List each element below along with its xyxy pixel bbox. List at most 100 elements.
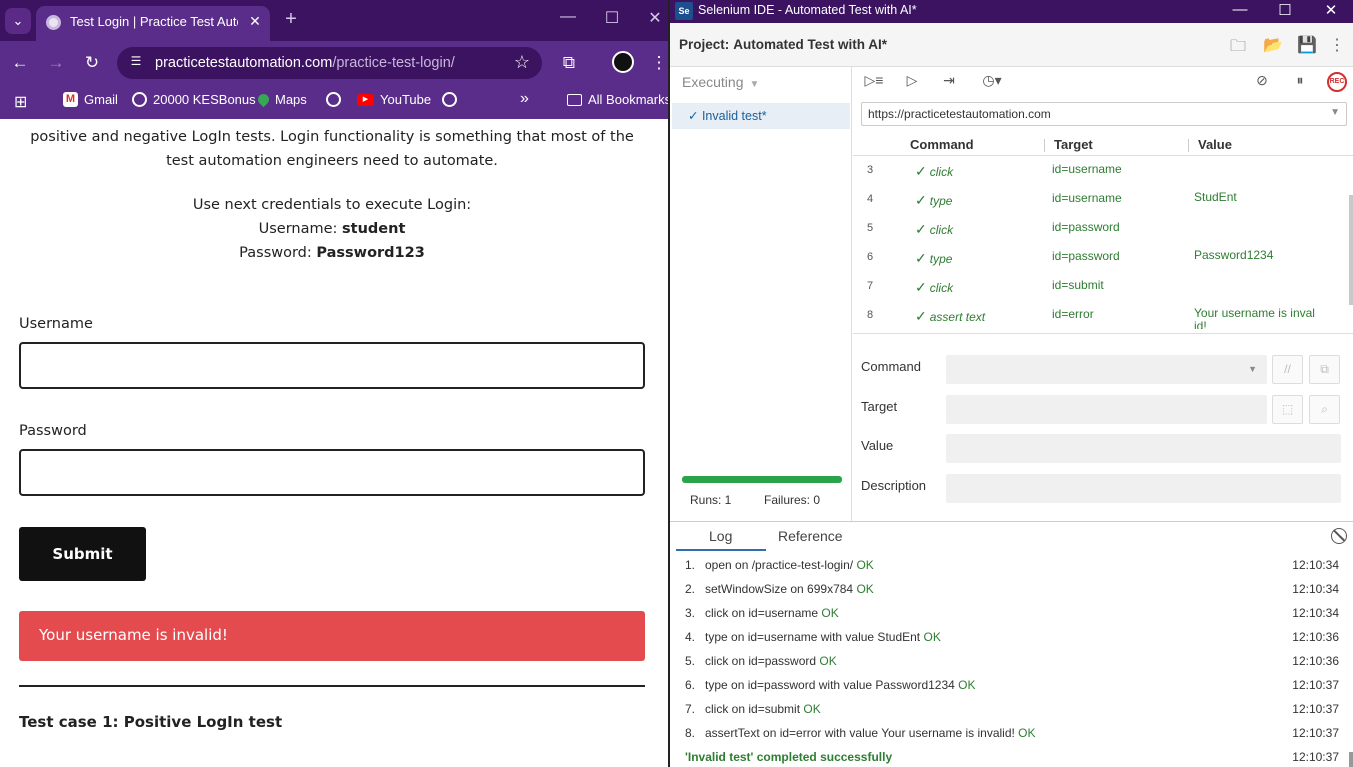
test-item-invalid-test[interactable]: ✓ Invalid test*	[672, 103, 850, 129]
bookmark-globe[interactable]	[326, 92, 341, 107]
bookmark-kesbonus[interactable]: 20000 KESBonus	[132, 92, 256, 107]
log-time: 12:10:37	[1292, 678, 1339, 692]
log-status: OK	[819, 654, 837, 668]
more-options-icon[interactable]: ⋮	[1326, 35, 1348, 55]
run-all-tests-icon[interactable]: ▷≡	[863, 72, 885, 92]
record-icon[interactable]: REC	[1327, 72, 1347, 92]
commands-scrollbar[interactable]	[1349, 195, 1353, 305]
active-tab[interactable]: Test Login | Practice Test Automation ✕	[36, 6, 270, 41]
all-bookmarks-folder[interactable]: All Bookmarks	[567, 92, 668, 107]
all-bookmarks-label: All Bookmarks	[588, 92, 668, 107]
bookmarks-overflow-icon[interactable]: »	[520, 90, 529, 108]
comment-toggle-icon[interactable]: //	[1272, 355, 1303, 384]
log-time: 12:10:34	[1292, 582, 1339, 596]
bookmark-globe-2[interactable]	[442, 92, 457, 107]
log-time: 12:10:34	[1292, 606, 1339, 620]
test-speed-icon[interactable]: ◷▾	[981, 72, 1003, 92]
command-row[interactable]: 8 ✓ assert text id=error Your username is…	[853, 301, 1349, 330]
log-message: click on id=username	[705, 606, 819, 620]
forward-arrow-icon[interactable]: →	[44, 51, 68, 75]
log-number: 8.	[685, 726, 696, 740]
open-reference-icon[interactable]: ⧉	[1309, 355, 1340, 384]
command-row[interactable]: 3 ✓ click id=username	[853, 156, 1349, 185]
site-favicon-icon	[46, 15, 61, 30]
bookmark-maps[interactable]: Maps	[255, 91, 307, 108]
failures-count: Failures: 0	[764, 493, 821, 507]
run-current-test-icon[interactable]: ▷	[901, 72, 923, 92]
log-entry: 3. click on id=username OK 12:10:34	[670, 601, 1353, 625]
chrome-menu-icon[interactable]: ⋮	[647, 51, 668, 75]
log-status: OK	[856, 558, 874, 572]
base-url-value: https://practicetestautomation.com	[868, 107, 1051, 121]
select-target-icon[interactable]: ⬚	[1272, 395, 1303, 424]
row-command-text: type	[929, 194, 953, 208]
row-number: 3	[867, 164, 874, 176]
log-scrollbar[interactable]	[1349, 752, 1353, 767]
new-tab-button[interactable]: +	[280, 8, 302, 30]
row-command: ✓ type	[915, 192, 952, 209]
project-name[interactable]: Automated Test with AI*	[733, 37, 887, 52]
tab-search-button[interactable]: ⌄	[5, 8, 31, 34]
command-row[interactable]: 4 ✓ type id=username StudEnt	[853, 185, 1349, 214]
row-command-text: type	[929, 252, 953, 266]
tab-log[interactable]: Log	[709, 528, 732, 544]
target-field-input[interactable]	[946, 395, 1267, 424]
minimize-button[interactable]: —	[553, 8, 583, 26]
ide-maximize-button[interactable]: ☐	[1270, 1, 1300, 19]
submit-button[interactable]: Submit	[19, 527, 146, 581]
bookmark-gmail[interactable]: M Gmail	[63, 92, 118, 107]
log-status: OK	[856, 582, 874, 596]
tab-close-icon[interactable]: ✕	[246, 12, 264, 30]
column-divider	[1188, 139, 1189, 152]
credentials-block: Use next credentials to execute Login: U…	[30, 193, 634, 265]
command-row[interactable]: 5 ✓ click id=password	[853, 214, 1349, 243]
disable-breakpoints-icon[interactable]: ⊘	[1251, 72, 1273, 92]
back-arrow-icon[interactable]: ←	[8, 51, 32, 75]
log-status: OK	[923, 630, 941, 644]
page-content: positive and negative LogIn tests. Login…	[0, 119, 668, 767]
pause-on-exceptions-icon[interactable]: ⏸	[1289, 72, 1311, 92]
column-value: Value	[1198, 137, 1232, 152]
ide-window-title: Selenium IDE - Automated Test with AI*	[698, 3, 917, 17]
ide-minimize-button[interactable]: —	[1225, 1, 1255, 18]
password-input[interactable]	[19, 449, 645, 496]
close-button[interactable]: ✕	[640, 8, 668, 28]
command-row[interactable]: 6 ✓ type id=password Password1234	[853, 243, 1349, 272]
command-field-input[interactable]: ▼	[946, 355, 1267, 384]
command-row[interactable]: 7 ✓ click id=submit	[853, 272, 1349, 301]
log-text: type on id=password with value Password1…	[705, 678, 976, 692]
row-target: id=username	[1052, 162, 1122, 176]
reload-icon[interactable]: ↻	[80, 51, 104, 75]
find-target-icon[interactable]: ⌕	[1309, 395, 1340, 424]
profile-avatar[interactable]	[612, 51, 634, 73]
base-url-select[interactable]: https://practicetestautomation.com ▼	[861, 102, 1347, 126]
save-project-icon[interactable]: 💾	[1296, 35, 1318, 55]
apps-grid-icon[interactable]: ⊞	[14, 92, 27, 112]
site-info-icon[interactable]: ☰	[127, 54, 145, 72]
bookmark-youtube[interactable]: ▶ YouTube	[357, 92, 431, 107]
extensions-icon[interactable]: ⧉	[557, 51, 581, 75]
address-bar[interactable]: ☰ practicetestautomation.com/practice-te…	[117, 47, 542, 79]
bookmark-star-icon[interactable]: ☆	[514, 52, 530, 73]
new-project-icon[interactable]: 🗀	[1227, 35, 1249, 55]
ide-close-button[interactable]: ✕	[1316, 1, 1346, 19]
step-over-icon[interactable]: ⇥	[938, 72, 960, 92]
globe-icon	[132, 92, 147, 107]
log-message: click on id=password	[705, 654, 817, 668]
description-field-input[interactable]	[946, 474, 1341, 503]
row-number: 7	[867, 280, 874, 292]
clear-log-icon[interactable]	[1331, 528, 1347, 544]
executing-dropdown[interactable]: Executing ▼	[682, 74, 759, 90]
password-value: Password123	[316, 245, 425, 261]
error-message: Your username is invalid!	[19, 611, 645, 661]
value-field-input[interactable]	[946, 434, 1341, 463]
log-number: 3.	[685, 606, 696, 620]
globe-icon	[442, 92, 457, 107]
row-number: 8	[867, 309, 874, 321]
tab-reference[interactable]: Reference	[778, 528, 843, 544]
maximize-button[interactable]: ☐	[597, 8, 627, 28]
username-input[interactable]	[19, 342, 645, 389]
url-text[interactable]: practicetestautomation.com/practice-test…	[155, 55, 455, 71]
open-project-icon[interactable]: 📂	[1262, 35, 1284, 55]
log-time: 12:10:36	[1292, 654, 1339, 668]
